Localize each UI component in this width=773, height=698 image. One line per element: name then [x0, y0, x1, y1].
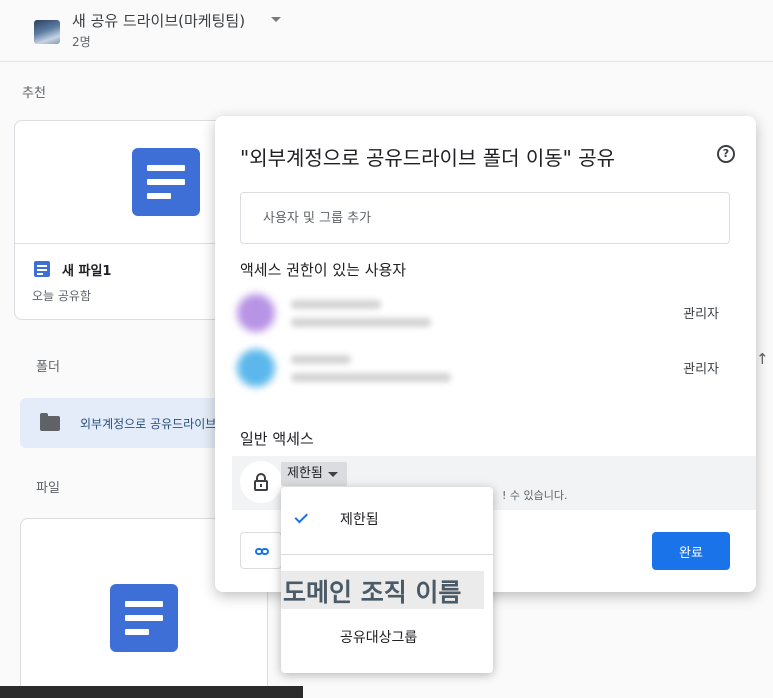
access-level-select[interactable]: 제한됨 — [281, 462, 347, 486]
lock-icon — [240, 461, 282, 503]
copy-link-button[interactable] — [240, 532, 282, 569]
suggested-file-subtitle: 오늘 공유함 — [32, 289, 92, 303]
suggested-file-name: 새 파일1 — [62, 264, 112, 279]
doc-file-icon — [132, 148, 200, 216]
drive-member-count: 2명 — [72, 35, 91, 49]
menu-item-restricted[interactable]: 제한됨 — [340, 509, 379, 529]
doc-small-icon — [34, 261, 50, 277]
drive-name[interactable]: 새 공유 드라이브(마케팅팀) — [72, 10, 245, 31]
avatar — [237, 294, 275, 332]
avatar — [237, 349, 275, 387]
person-name-redacted — [291, 355, 351, 364]
folder-icon — [40, 413, 60, 431]
doc-file-icon — [110, 584, 178, 652]
access-level-value: 제한됨 — [287, 466, 323, 481]
person-email-redacted — [291, 373, 451, 382]
dialog-title: "외부계정으로 공유드라이브 폴더 이동" 공유 — [240, 146, 616, 170]
person-row[interactable]: 관리자 — [233, 343, 733, 395]
person-role[interactable]: 관리자 — [683, 303, 719, 322]
drive-thumbnail — [34, 20, 60, 44]
check-icon — [301, 510, 320, 521]
general-access-heading: 일반 액세스 — [240, 430, 314, 448]
taskbar — [0, 686, 303, 698]
people-with-access-heading: 액세스 권한이 있는 사용자 — [240, 261, 407, 279]
add-people-input[interactable] — [240, 192, 730, 244]
section-folders: 폴더 — [36, 360, 60, 375]
chevron-down-icon — [327, 472, 338, 477]
access-description: ! 수 있습니다. — [502, 489, 568, 502]
menu-divider — [281, 554, 493, 555]
folder-name: 외부계정으로 공유드라이브 폴더 이동 — [80, 417, 230, 431]
person-email-redacted — [291, 318, 431, 327]
menu-item-target-group[interactable]: 공유대상그룹 — [340, 627, 417, 647]
section-files: 파일 — [36, 481, 60, 496]
drive-header: 새 공유 드라이브(마케팅팀) 2명 — [0, 0, 773, 62]
drive-menu-caret-icon[interactable] — [271, 17, 281, 22]
sort-arrow-icon[interactable]: ↑ — [756, 350, 769, 368]
help-circle-icon[interactable]: ? — [717, 145, 735, 163]
section-suggested: 추천 — [22, 86, 46, 101]
menu-item-domain[interactable]: 도메인 조직 이름 — [283, 573, 461, 609]
link-icon — [255, 548, 269, 555]
person-role[interactable]: 관리자 — [683, 358, 719, 377]
folder-row[interactable]: 외부계정으로 공유드라이브 폴더 이동 — [20, 398, 230, 448]
person-row[interactable]: 관리자 — [233, 288, 733, 340]
done-button[interactable]: 완료 — [652, 532, 730, 570]
access-level-menu: 제한됨 도메인 조직 이름 공유대상그룹 — [281, 487, 493, 673]
person-name-redacted — [291, 300, 381, 309]
